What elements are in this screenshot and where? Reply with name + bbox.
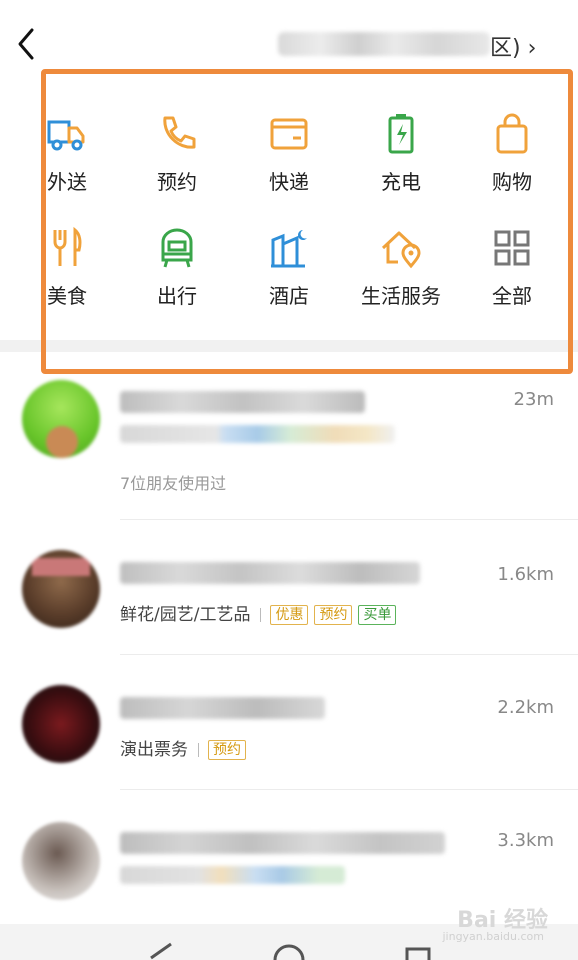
separator-bar bbox=[198, 743, 199, 757]
place-category-row: 鲜花/园艺/工艺品 优惠 预约 买单 bbox=[120, 600, 402, 625]
place-name-blurred bbox=[120, 832, 445, 854]
place-name-blurred bbox=[120, 391, 365, 413]
highlight-frame bbox=[41, 69, 573, 374]
separator-bar bbox=[260, 608, 262, 622]
nav-back-icon[interactable] bbox=[145, 942, 175, 960]
place-distance: 23m bbox=[513, 389, 554, 410]
tag-discount: 优惠 bbox=[270, 605, 309, 625]
place-item[interactable]: 1.6km 鲜花/园艺/工艺品 优惠 预约 买单 bbox=[0, 520, 578, 655]
nav-home-icon[interactable] bbox=[272, 942, 306, 960]
tag-pay: 买单 bbox=[358, 605, 397, 625]
location-suffix[interactable]: 区) › bbox=[490, 30, 536, 62]
place-avatar bbox=[22, 685, 100, 763]
place-distance: 2.2km bbox=[497, 697, 554, 718]
location-text-blurred[interactable] bbox=[278, 32, 490, 56]
place-category-row: 演出票务 预约 bbox=[120, 735, 252, 760]
friends-used-text: 7位朋友使用过 bbox=[120, 474, 227, 493]
place-name-blurred bbox=[120, 697, 325, 719]
watermark-url: jingyan.baidu.com bbox=[442, 930, 544, 943]
place-distance: 1.6km bbox=[497, 564, 554, 585]
place-avatar bbox=[22, 380, 100, 458]
place-avatar bbox=[22, 822, 100, 900]
nav-recents-icon[interactable] bbox=[404, 946, 432, 960]
place-item[interactable]: 23m 7位朋友使用过 bbox=[0, 375, 578, 520]
place-name-blurred bbox=[120, 562, 420, 584]
tag-booking: 预约 bbox=[314, 605, 353, 625]
place-meta-blurred bbox=[120, 425, 395, 443]
chevron-left-icon bbox=[18, 28, 34, 60]
place-distance: 3.3km bbox=[497, 830, 554, 851]
place-category: 演出票务 bbox=[120, 740, 188, 760]
place-meta-blurred bbox=[120, 866, 345, 884]
place-avatar bbox=[22, 550, 100, 628]
place-item[interactable]: 2.2km 演出票务 预约 bbox=[0, 655, 578, 790]
place-category: 鲜花/园艺/工艺品 bbox=[120, 605, 251, 625]
back-button[interactable] bbox=[12, 24, 42, 64]
tag-booking: 预约 bbox=[208, 740, 246, 760]
